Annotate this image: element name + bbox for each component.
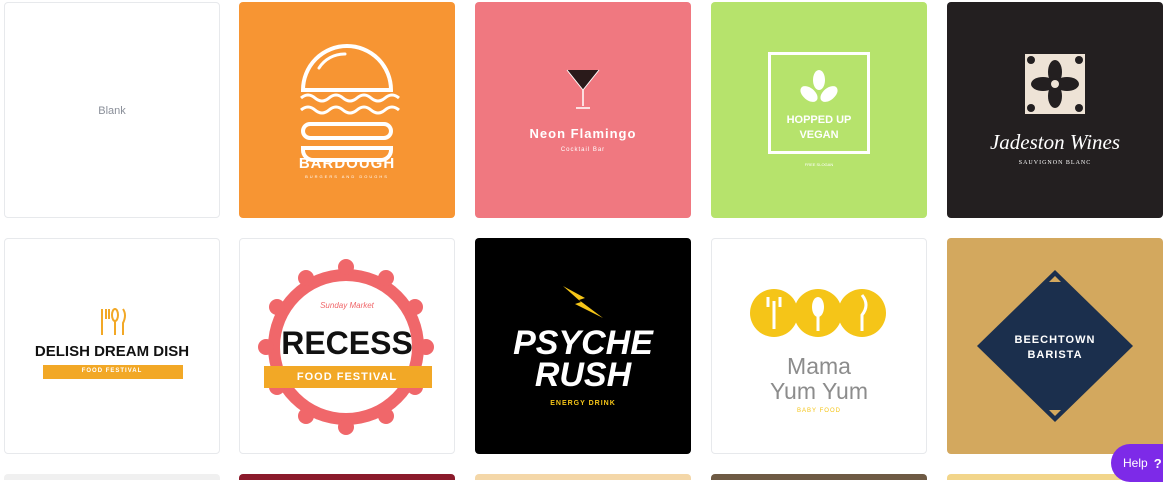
help-label: Help [1123, 456, 1148, 470]
template-mama-yum-yum[interactable]: Mama Yum Yum BABY FOOD [711, 238, 927, 454]
template-recess[interactable]: Sunday Market RECESS FOOD FESTIVAL [239, 238, 455, 454]
template-psyche-rush[interactable]: PSYCHE RUSH ENERGY DRINK [475, 238, 691, 454]
jadeston-title: Jadeston Wines [989, 130, 1121, 154]
template-jadeston-wines[interactable]: Jadeston Wines SAUVIGNON BLANC [947, 2, 1163, 218]
template-neon-flamingo[interactable]: Neon Flamingo Cocktail Bar [475, 2, 691, 218]
mama-title-line1: Mama [787, 353, 851, 379]
question-icon: ? [1153, 455, 1162, 471]
template-bardough[interactable]: BARDOUGH BURGERS AND DOUGHS [239, 2, 455, 218]
template-peek[interactable] [239, 474, 455, 480]
template-peek[interactable] [711, 474, 927, 480]
template-hopped-up-vegan[interactable]: HOPPED UP VEGAN FREE SLOGAN [711, 2, 927, 218]
jadeston-subtitle: SAUVIGNON BLANC [1018, 160, 1092, 166]
recess-subtitle: FOOD FESTIVAL [296, 371, 398, 383]
leaf-icon [800, 70, 838, 102]
neon-flamingo-subtitle: Cocktail Bar [560, 147, 606, 153]
cocktail-glass-icon [566, 69, 600, 109]
beechtown-title-line2: BARISTA [1027, 349, 1083, 361]
psyche-subtitle: ENERGY DRINK [550, 400, 616, 407]
template-peek[interactable] [4, 474, 220, 480]
beechtown-title-line1: BEECHTOWN [1014, 334, 1096, 346]
utensils-circles-icon [750, 289, 886, 337]
floral-emblem-icon [1025, 54, 1085, 114]
help-button[interactable]: Help ? [1111, 444, 1163, 482]
blank-label: Blank [98, 105, 126, 117]
mama-subtitle: BABY FOOD [797, 408, 841, 414]
neon-flamingo-title: Neon Flamingo [529, 126, 637, 141]
mama-title-line2: Yum Yum [769, 378, 869, 404]
delish-title: DELISH DREAM DISH [34, 343, 190, 360]
bardough-subtitle: BURGERS AND DOUGHS [305, 174, 389, 179]
diamond-emblem-icon [977, 270, 1133, 422]
vegan-title-line1: HOPPED UP [786, 114, 852, 126]
template-peek[interactable] [475, 474, 691, 480]
recess-title: RECESS [281, 325, 413, 361]
delish-subtitle: FOOD FESTIVAL [81, 368, 143, 374]
template-delish-dream-dish[interactable]: DELISH DREAM DISH FOOD FESTIVAL [4, 238, 220, 454]
template-blank[interactable]: Blank [4, 2, 220, 218]
burger-icon [300, 44, 400, 162]
vegan-subtitle: FREE SLOGAN [804, 162, 834, 167]
psyche-title-line2: RUSH [534, 356, 632, 394]
template-beechtown-barista[interactable]: BEECHTOWN BARISTA [947, 238, 1163, 454]
recess-kicker: Sunday Market [320, 301, 374, 310]
vegan-title-line2: VEGAN [799, 129, 839, 141]
bardough-title: BARDOUGH [298, 155, 396, 172]
